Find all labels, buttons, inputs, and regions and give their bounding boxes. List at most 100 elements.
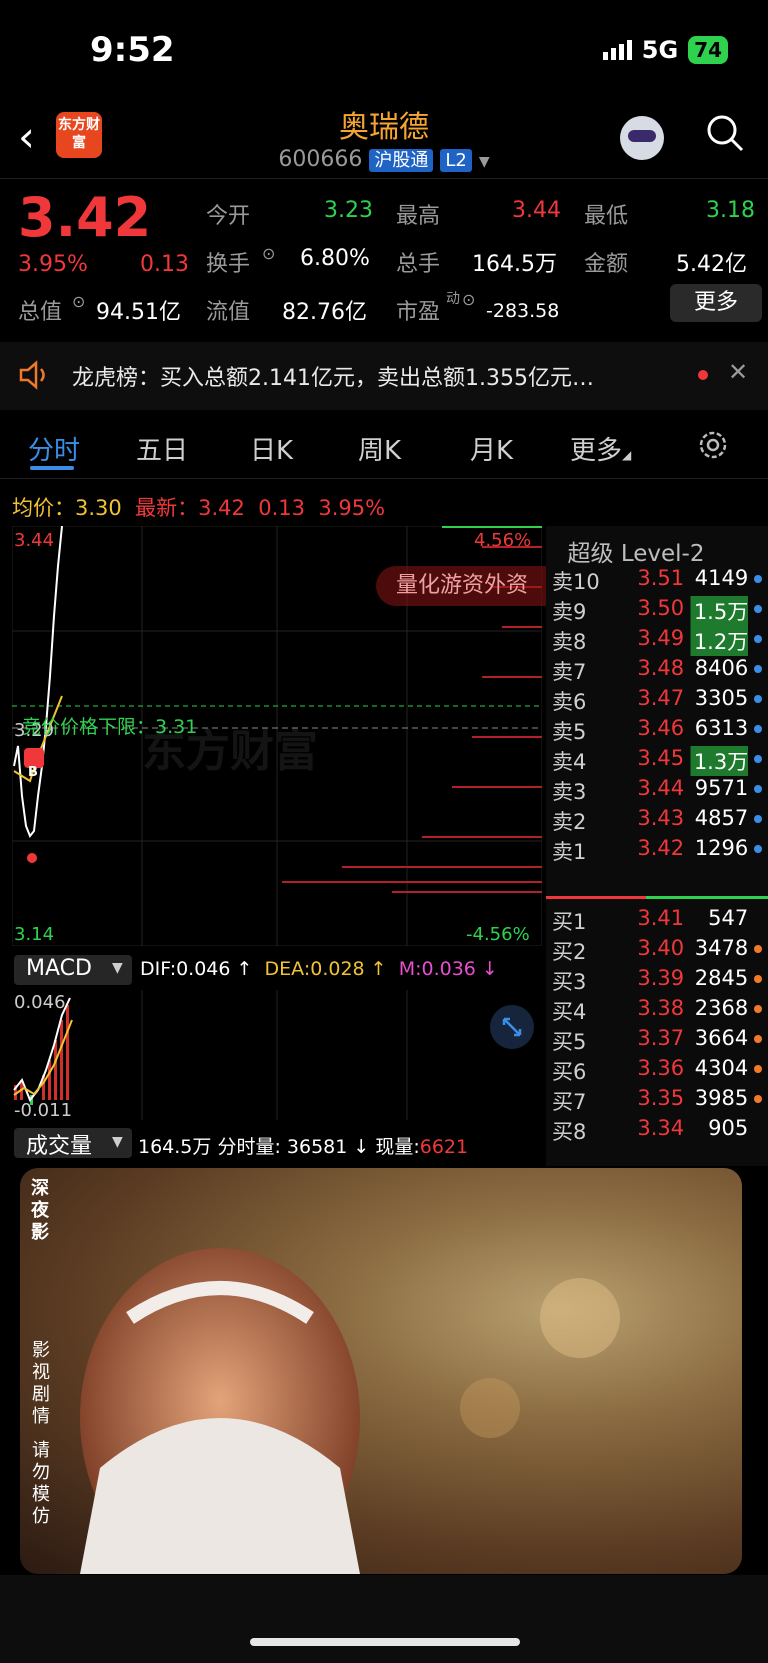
order-price: 3.46 — [637, 716, 685, 740]
order-label: 卖4 — [552, 750, 587, 774]
turnover-value: 6.80% — [300, 246, 370, 271]
sell-order-row[interactable]: 卖4 3.45 1.3万 — [552, 746, 762, 776]
info-icon[interactable]: ⊙ — [262, 244, 275, 263]
macd-dif: DIF:0.046 ↑ — [140, 958, 253, 980]
sell-order-row[interactable]: 卖7 3.48 8406 — [552, 656, 762, 686]
volume-label: 总手 — [396, 252, 441, 277]
search-icon[interactable] — [706, 114, 744, 152]
tab-weekly-k[interactable]: 周K — [358, 430, 401, 467]
battery-icon: 74 — [688, 36, 728, 64]
info-icon[interactable]: ⊙ — [72, 292, 85, 311]
buy-order-row[interactable]: 买7 3.35 3985 — [552, 1086, 762, 1116]
order-dot — [754, 695, 762, 703]
tab-monthly-k[interactable]: 月K — [470, 430, 513, 467]
low-label: 最低 — [584, 204, 629, 229]
unread-dot — [698, 370, 708, 380]
buy-order-row[interactable]: 买5 3.37 3664 — [552, 1026, 762, 1056]
order-label: 买8 — [552, 1120, 587, 1144]
latest-value: 3.42 — [198, 496, 245, 520]
tab-underline — [30, 466, 74, 470]
order-label: 卖7 — [552, 660, 587, 684]
dropdown-icon: ▼ — [112, 960, 123, 976]
info-icon[interactable]: ⊙ — [462, 290, 475, 309]
pe-value: -283.58 — [486, 300, 560, 322]
macd-top-value: 0.046 — [14, 992, 66, 1013]
sell-order-row[interactable]: 卖3 3.44 9571 — [552, 776, 762, 806]
order-volume: 1296 — [694, 836, 749, 860]
avg-value: 3.30 — [75, 496, 122, 520]
order-volume: 4149 — [694, 566, 749, 590]
order-price: 3.35 — [637, 1086, 685, 1110]
capital-flow-banner[interactable]: 量化游资外资 — [376, 566, 562, 606]
mktcap-value: 94.51亿 — [96, 300, 181, 325]
buy-order-row[interactable]: 买3 3.39 2845 — [552, 966, 762, 996]
open-value: 3.23 — [324, 198, 373, 223]
order-dot — [754, 1005, 762, 1013]
order-book-balance-bar — [546, 896, 768, 899]
order-dot — [754, 785, 762, 793]
buy-order-row[interactable]: 买2 3.40 3478 — [552, 936, 762, 966]
sell-order-row[interactable]: 卖5 3.46 6313 — [552, 716, 762, 746]
close-icon[interactable]: ✕ — [728, 358, 748, 386]
order-label: 买7 — [552, 1090, 587, 1114]
order-label: 买2 — [552, 940, 587, 964]
order-dot — [754, 635, 762, 643]
chevron-down-icon: ▼ — [478, 154, 490, 170]
order-price: 3.38 — [637, 996, 685, 1020]
order-price: 3.36 — [637, 1056, 685, 1080]
order-price: 3.34 — [637, 1116, 685, 1140]
tab-more[interactable]: 更多◢ — [570, 430, 631, 467]
order-dot — [754, 1125, 762, 1133]
macd-chart[interactable] — [12, 990, 542, 1120]
order-dot — [754, 975, 762, 983]
order-volume: 4857 — [694, 806, 749, 830]
gear-icon[interactable] — [696, 428, 730, 462]
notice-text[interactable]: 龙虎榜：买入总额2.141亿元，卖出总额1.355亿元… — [72, 360, 594, 392]
sell-order-row[interactable]: 卖2 3.43 4857 — [552, 806, 762, 836]
order-dot — [754, 1095, 762, 1103]
level2-title[interactable]: 超级 Level-2 — [546, 534, 726, 568]
divider — [0, 478, 768, 479]
order-dot — [754, 1065, 762, 1073]
more-button[interactable]: 更多 — [670, 284, 762, 322]
sell-order-row[interactable]: 卖10 3.51 4149 — [552, 566, 762, 596]
sell-order-row[interactable]: 卖6 3.47 3305 — [552, 686, 762, 716]
float-value: 82.76亿 — [282, 300, 367, 325]
order-dot — [754, 605, 762, 613]
order-dot — [754, 1035, 762, 1043]
order-dot — [754, 815, 762, 823]
tab-five-day[interactable]: 五日 — [136, 430, 188, 467]
buy-order-row[interactable]: 买4 3.38 2368 — [552, 996, 762, 1026]
tab-intraday[interactable]: 分时 — [28, 430, 80, 467]
chart-bottom-price: 3.14 — [14, 924, 55, 945]
buy-order-row[interactable]: 买6 3.36 4304 — [552, 1056, 762, 1086]
sell-order-row[interactable]: 卖1 3.42 1296 — [552, 836, 762, 866]
network-label: 5G — [641, 36, 679, 64]
avg-label: 均价： — [12, 496, 75, 520]
order-dot — [754, 755, 762, 763]
low-value: 3.18 — [706, 198, 755, 223]
order-volume: 8406 — [694, 656, 749, 680]
latest-label: 最新： — [135, 496, 199, 520]
home-indicator[interactable] — [250, 1638, 520, 1646]
order-dot — [754, 725, 762, 733]
order-label: 买6 — [552, 1060, 587, 1084]
order-price: 3.43 — [637, 806, 685, 830]
sell-order-row[interactable]: 卖9 3.50 1.5万 — [552, 596, 762, 626]
order-label: 卖6 — [552, 690, 587, 714]
order-price: 3.44 — [637, 776, 685, 800]
order-label: 卖3 — [552, 780, 587, 804]
video-frame — [80, 1248, 620, 1574]
sell-order-row[interactable]: 卖8 3.49 1.2万 — [552, 626, 762, 656]
buy-order-row[interactable]: 买1 3.41 547 — [552, 906, 762, 936]
expand-icon[interactable] — [490, 1005, 534, 1049]
order-label: 卖8 — [552, 630, 587, 654]
buy-order-row[interactable]: 买8 3.34 905 — [552, 1116, 762, 1146]
order-label: 买5 — [552, 1030, 587, 1054]
floating-video-player[interactable] — [20, 1168, 742, 1574]
chart-bottom-pct: -4.56% — [466, 924, 530, 945]
assistant-robot-icon[interactable] — [620, 116, 664, 160]
tab-daily-k[interactable]: 日K — [250, 430, 293, 467]
order-label: 卖9 — [552, 600, 587, 624]
connect-tag: 沪股通 — [369, 149, 434, 172]
